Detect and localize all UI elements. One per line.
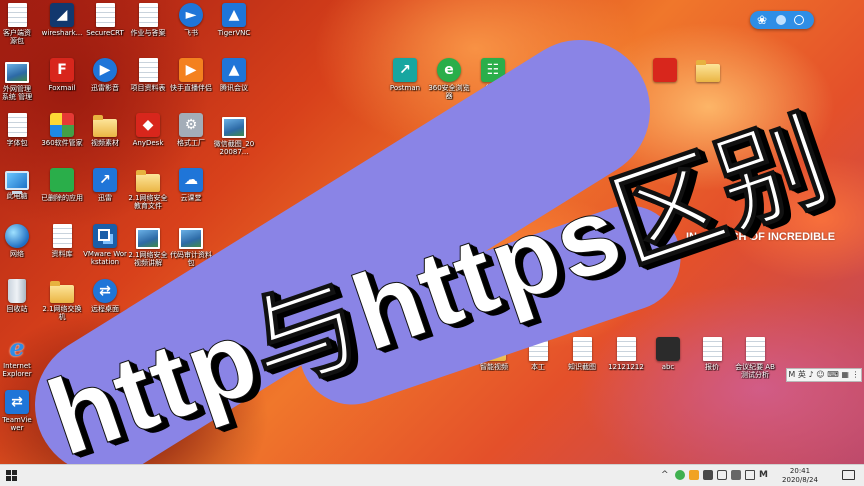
volume-icon[interactable] (717, 470, 727, 480)
windows-start-icon[interactable] (6, 470, 17, 481)
taskbar: ^ M 20:41 2020/8/24 (0, 464, 864, 486)
tray-chevron-icon[interactable]: ^ (661, 469, 669, 481)
clock-date: 2020/8/24 (782, 476, 818, 484)
tray-app-icon[interactable] (675, 470, 685, 480)
keyboard-icon[interactable] (731, 470, 741, 480)
notification-icon[interactable] (842, 470, 855, 480)
display-icon[interactable] (745, 470, 755, 480)
desktop: 客户端资源包 wireshark... SecureCRT 作业与答案 飞书 T… (0, 0, 864, 486)
ime-indicator[interactable]: M (759, 469, 768, 481)
taskbar-clock[interactable]: 20:41 2020/8/24 (778, 467, 822, 485)
tray-app-icon[interactable] (689, 470, 699, 480)
network-icon[interactable] (703, 470, 713, 480)
clock-time: 20:41 (789, 467, 811, 475)
